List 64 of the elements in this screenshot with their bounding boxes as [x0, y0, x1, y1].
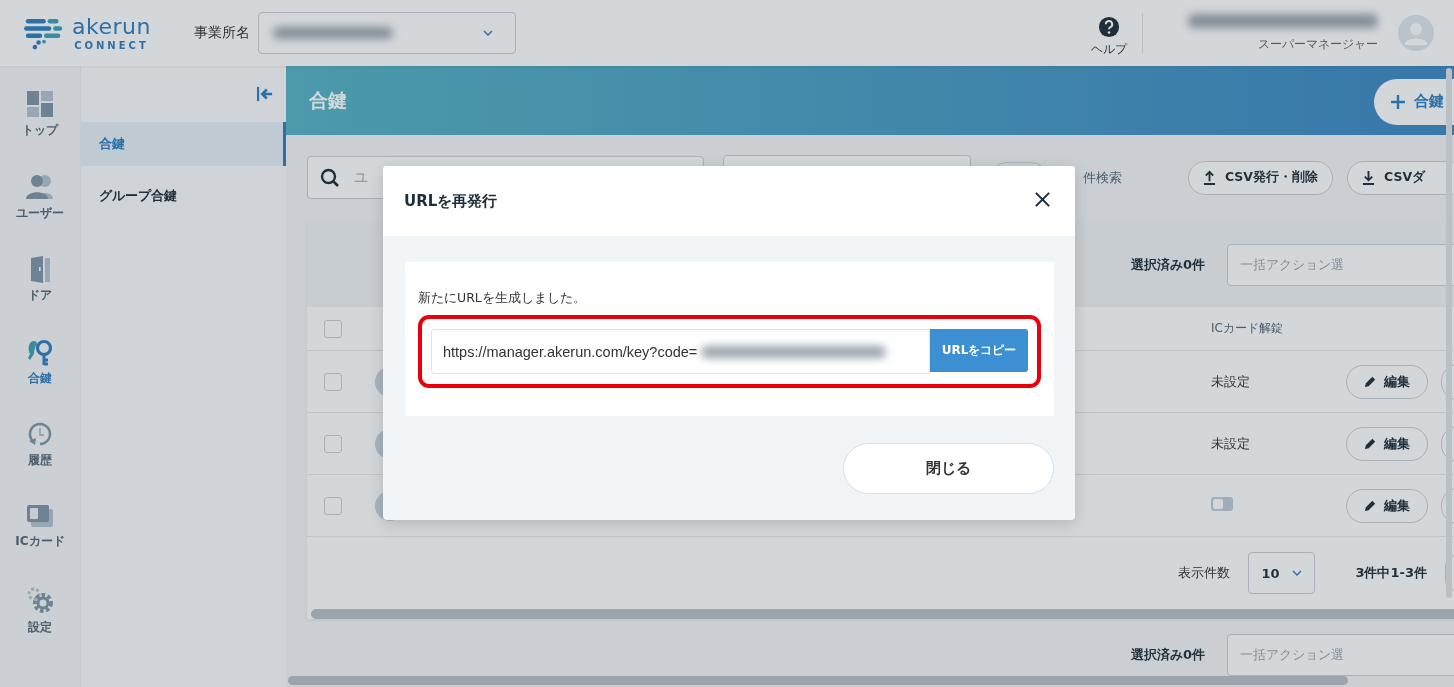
scrollbar[interactable]: [288, 676, 1348, 685]
nav-item[interactable]: 履歴: [0, 420, 80, 503]
card-icon: [25, 502, 55, 529]
search-link[interactable]: 件検索: [1083, 168, 1122, 187]
table-cell-text: 未設定: [1211, 434, 1251, 453]
edit-button[interactable]: 編集: [1346, 426, 1428, 461]
dialog-message: 新たにURLを生成しました。: [418, 290, 587, 307]
gear-icon: [25, 585, 55, 615]
download-button[interactable]: CSVダ: [1347, 160, 1454, 195]
close-button[interactable]: 閉じる: [843, 443, 1054, 494]
scrollbar[interactable]: [311, 609, 1454, 619]
office-label: 事業所名: [194, 24, 250, 42]
sidebar-item[interactable]: グループ合鍵: [81, 174, 286, 218]
checkbox[interactable]: [324, 372, 342, 391]
close-icon: [1034, 191, 1051, 208]
logo-wordmark: akerun: [72, 15, 151, 38]
avatar-icon[interactable]: [1398, 15, 1434, 51]
pencil-icon: [1364, 375, 1377, 388]
nav-item[interactable]: ユーザー: [0, 172, 80, 255]
scrollbar[interactable]: [1446, 68, 1452, 598]
selected-count: 選択済み0件: [1130, 646, 1205, 664]
plus-icon: [1390, 93, 1406, 110]
history-icon: [26, 420, 54, 448]
pencil-icon: [1364, 437, 1377, 450]
user-role: スーパーマネージャー: [1258, 35, 1378, 53]
selected-count: 選択済み0件: [1130, 255, 1205, 274]
per-page-select[interactable]: 10: [1248, 552, 1316, 594]
column-header: ICカード解錠: [1211, 320, 1284, 337]
help-button[interactable]: ヘルプ: [1091, 16, 1127, 58]
upload-button[interactable]: CSV発行・削除: [1187, 160, 1333, 195]
search-icon: [320, 167, 340, 188]
checkbox[interactable]: [324, 496, 342, 515]
help-icon: [1098, 16, 1120, 38]
dashboard-icon: [26, 90, 54, 118]
collapse-icon[interactable]: [256, 86, 274, 102]
logo-icon: [24, 16, 64, 50]
download-icon: [1362, 170, 1375, 185]
key-icon: [26, 337, 54, 366]
checkbox[interactable]: [324, 319, 342, 338]
copy-button[interactable]: URLをコピー: [930, 329, 1028, 372]
edit-button[interactable]: 編集: [1346, 488, 1428, 523]
per-page-label: 表示件数: [1178, 564, 1231, 582]
nav-item[interactable]: ドア: [0, 255, 80, 338]
pencil-icon: [1364, 499, 1377, 512]
page-title: 合鍵: [309, 87, 347, 113]
nav-item[interactable]: ICカード: [0, 502, 80, 585]
url-field[interactable]: https://manager.akerun.com/key?code=: [431, 329, 930, 374]
add-button[interactable]: 合鍵: [1374, 78, 1454, 125]
chevron-icon: [483, 30, 493, 36]
toggle-switch[interactable]: [1211, 497, 1233, 511]
nav-item[interactable]: トップ: [0, 90, 80, 173]
office-select[interactable]: [258, 12, 516, 54]
users-icon: [25, 172, 55, 201]
nav-item[interactable]: 合鍵: [0, 337, 80, 420]
table-cell-text: 未設定: [1211, 372, 1251, 391]
sidebar-item[interactable]: 合鍵: [81, 122, 286, 166]
checkbox[interactable]: [324, 434, 342, 453]
chevron-icon: [1292, 570, 1303, 576]
dialog-title: URLを再発行: [404, 191, 498, 211]
nav-item[interactable]: 設定: [0, 585, 80, 668]
upload-icon: [1202, 170, 1216, 185]
edit-button[interactable]: 編集: [1346, 364, 1428, 399]
logo-subtitle: CONNECT: [74, 40, 149, 51]
page-range: 3件中1-3件: [1355, 564, 1427, 582]
